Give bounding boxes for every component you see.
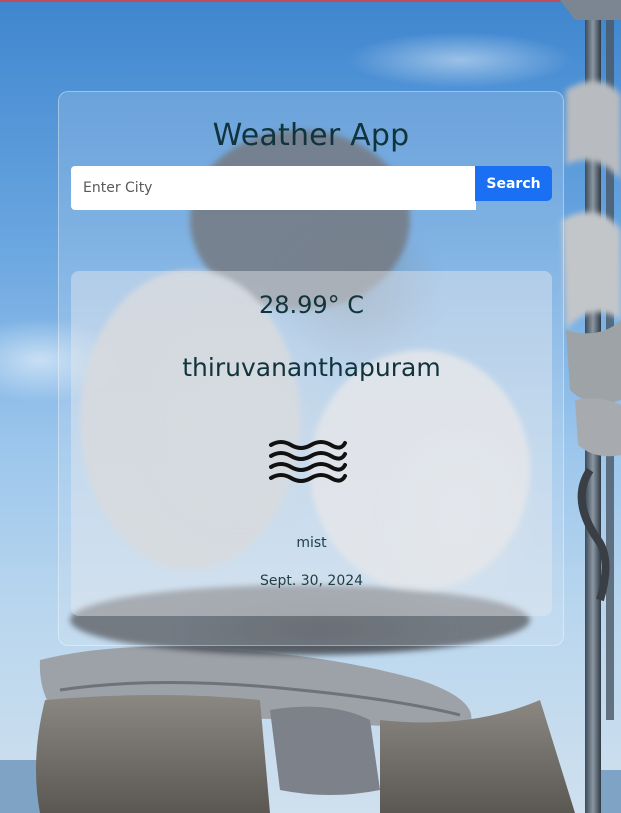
weather-description: mist bbox=[296, 535, 327, 551]
weather-result-panel: 28.99° C thiruvananthapuram mist Sept. 3… bbox=[71, 271, 552, 616]
weather-date: Sept. 30, 2024 bbox=[259, 573, 364, 589]
temperature-value: 28.99° C bbox=[258, 291, 365, 319]
mist-icon bbox=[269, 440, 347, 483]
app-title: Weather App bbox=[212, 118, 410, 153]
city-search-input[interactable] bbox=[71, 166, 476, 210]
city-name: thiruvananthapuram bbox=[182, 353, 441, 382]
search-button[interactable]: Search bbox=[475, 166, 552, 201]
